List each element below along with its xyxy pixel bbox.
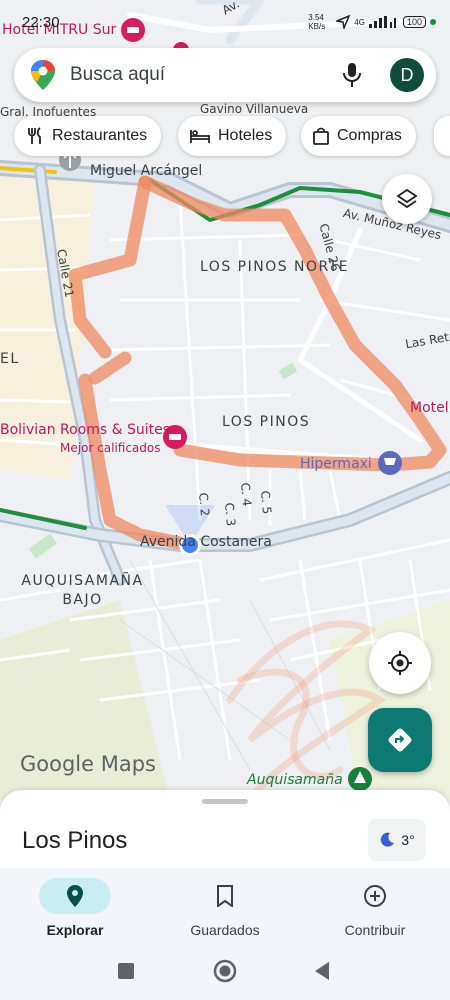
shopping-cart-pin-icon[interactable]	[378, 451, 402, 475]
maps-logo-icon	[31, 60, 55, 90]
location-pin-icon	[67, 885, 83, 907]
nav-icon-wrap	[189, 878, 261, 914]
place-sheet[interactable]: Los Pinos 3°	[0, 790, 450, 870]
google-maps-logo: Google Maps	[20, 752, 156, 776]
nav-label: Guardados	[190, 922, 260, 938]
shopping-bag-icon	[313, 127, 329, 145]
poi-sublabel-mejor-calificados: Mejor calificados	[60, 441, 161, 455]
chip-compras[interactable]: Compras	[301, 116, 416, 156]
weather-temp: 3°	[401, 832, 415, 848]
poi-label-auquisamana[interactable]: Auquisamaña	[247, 772, 343, 788]
weather-chip[interactable]: 3°	[368, 819, 426, 861]
back-icon[interactable]	[313, 961, 331, 981]
chip-label: Compras	[337, 127, 402, 144]
bookmark-icon	[217, 885, 233, 907]
area-label-auquisamana-bajo: AUQUISAMAÑA BAJO	[21, 573, 144, 608]
location-arrow-icon	[336, 15, 351, 29]
recents-icon[interactable]	[117, 962, 135, 980]
street-label-c4: C. 4	[238, 482, 255, 507]
place-title: Los Pinos	[22, 827, 128, 854]
plus-circle-icon	[364, 885, 386, 907]
street-label-miguel-arcangel: Miguel Arcángel	[90, 163, 203, 179]
network-speed: 3.54 KB/s	[308, 13, 326, 31]
battery-icon: 100	[402, 16, 426, 28]
area-label-el: EL	[0, 351, 20, 367]
system-nav-bar	[0, 946, 450, 1000]
search-input[interactable]: Busca aquí	[70, 64, 342, 86]
fork-knife-icon	[28, 127, 41, 144]
tree-pin-icon[interactable]	[348, 767, 372, 791]
bed-icon	[190, 130, 210, 143]
chip-label: Hoteles	[218, 127, 273, 144]
nav-contribuir[interactable]: Contribuir	[315, 878, 435, 940]
chip-label: Restaurantes	[52, 127, 148, 144]
network-type: 4G	[354, 17, 365, 27]
poi-label-motel[interactable]: Motel	[410, 400, 449, 416]
street-label-c5: C. 5	[258, 490, 275, 515]
chip-restaurantes[interactable]: Restaurantes	[14, 116, 162, 156]
poi-label-hipermaxi[interactable]: Hipermaxi	[300, 456, 372, 472]
area-label-los-pinos: LOS PINOS	[222, 414, 311, 430]
signal-icon	[368, 16, 396, 28]
street-label-avenida-costanera: Avenida Costanera	[140, 534, 272, 550]
moon-icon	[381, 832, 395, 847]
notification-dot-icon	[430, 19, 436, 25]
nav-icon-wrap	[39, 878, 111, 914]
street-label-c3: C. 3	[222, 502, 239, 527]
avatar[interactable]: D	[390, 58, 424, 92]
microphone-icon[interactable]	[342, 62, 362, 88]
avatar-letter: D	[400, 64, 414, 85]
chip-more[interactable]	[434, 116, 450, 156]
nav-label: Explorar	[46, 922, 104, 938]
home-icon[interactable]	[213, 959, 237, 983]
layers-button[interactable]	[382, 174, 432, 224]
nav-label: Contribuir	[344, 922, 406, 938]
layers-icon	[396, 188, 418, 209]
chip-hoteles[interactable]: Hoteles	[178, 116, 287, 156]
status-time: 22:30	[22, 14, 60, 31]
sheet-handle[interactable]	[202, 799, 248, 804]
nav-guardados[interactable]: Guardados	[165, 878, 285, 940]
search-bar[interactable]: Busca aquí D	[14, 48, 436, 102]
directions-button[interactable]	[368, 708, 432, 772]
nav-explorar[interactable]: Explorar	[15, 878, 135, 940]
poi-label-bolivian-rooms[interactable]: Bolivian Rooms & Suites	[0, 422, 170, 438]
nav-icon-wrap	[339, 878, 411, 914]
status-bar: 22:30 3.54 KB/s 4G 100	[0, 0, 450, 42]
my-location-button[interactable]	[369, 632, 431, 694]
status-icons: 3.54 KB/s 4G 100	[308, 13, 436, 31]
directions-icon	[388, 728, 412, 752]
crosshair-icon	[388, 651, 412, 675]
bottom-nav: Explorar Guardados Contribuir	[0, 868, 450, 946]
street-label-gavino-villanueva: Gavino Villanueva	[200, 102, 309, 116]
street-label-c2: C. 2	[196, 492, 213, 517]
